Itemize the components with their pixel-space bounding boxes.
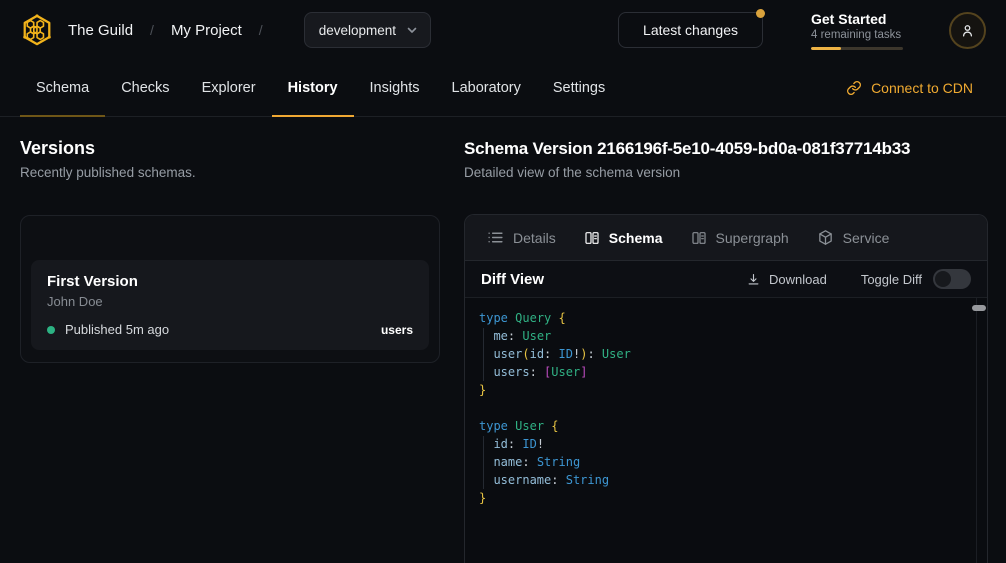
get-started-progressbar (811, 47, 903, 50)
scrollbar-thumb[interactable] (972, 305, 986, 311)
download-label: Download (769, 272, 827, 287)
get-started-subtitle: 4 remaining tasks (811, 29, 903, 41)
topbar: The Guild / My Project / development Lat… (0, 0, 1006, 60)
code-line: type Query { (479, 309, 973, 327)
code-line: username: String (479, 471, 973, 489)
code-line: me: User (479, 327, 973, 345)
versions-subtitle: Recently published schemas. (20, 164, 440, 181)
breadcrumb-separator: / (150, 22, 154, 38)
connect-to-cdn-button[interactable]: Connect to CDN (846, 60, 986, 116)
list-icon (487, 229, 504, 246)
latest-changes-label: Latest changes (643, 22, 738, 38)
nav-tab-schema[interactable]: Schema (20, 60, 105, 116)
schema-version-panel: Details Schema Supergraph Service Diff View… (464, 214, 988, 563)
scrollbar-track (976, 298, 977, 563)
nav-tab-insights[interactable]: Insights (354, 60, 436, 116)
detail-tab-label: Service (843, 230, 890, 246)
version-meta-row: Published 5m ago users (47, 322, 413, 337)
code-line: } (479, 381, 973, 399)
schema-code-view[interactable]: type Query { me: User user(id: ID!): Use… (465, 298, 987, 563)
detail-tab-label: Supergraph (716, 230, 789, 246)
nav-tabs: SchemaChecksExplorerHistoryInsightsLabor… (20, 60, 621, 116)
detail-tab-service[interactable]: Service (803, 215, 904, 260)
code-line: } (479, 489, 973, 507)
detail-tab-details[interactable]: Details (473, 215, 570, 260)
nav-tab-settings[interactable]: Settings (537, 60, 621, 116)
connect-to-cdn-label: Connect to CDN (871, 80, 973, 96)
detail-tab-schema[interactable]: Schema (570, 215, 677, 260)
code-lines: type Query { me: User user(id: ID!): Use… (479, 309, 973, 507)
version-author: John Doe (47, 294, 413, 309)
nav-tab-explorer[interactable]: Explorer (186, 60, 272, 116)
version-status: Published 5m ago (65, 322, 169, 337)
chevron-down-icon (406, 24, 418, 36)
environment-select[interactable]: development (304, 12, 431, 48)
version-service-badge: users (381, 323, 413, 337)
user-avatar[interactable] (949, 12, 986, 49)
nav-tab-history[interactable]: History (272, 60, 354, 116)
published-status-icon (47, 326, 55, 334)
toggle-diff-switch[interactable] (933, 269, 971, 289)
code-line (479, 399, 973, 417)
version-name: First Version (47, 273, 413, 290)
notification-dot (756, 9, 765, 18)
versions-title: Versions (20, 138, 440, 159)
breadcrumb-separator: / (259, 22, 263, 38)
code-line: name: String (479, 453, 973, 471)
version-detail-tabs: Details Schema Supergraph Service (465, 215, 987, 261)
schema-version-title: Schema Version 2166196f-5e10-4059-bd0a-0… (464, 138, 988, 159)
columns-icon (691, 230, 707, 246)
code-line: type User { (479, 417, 973, 435)
version-list-item[interactable]: First Version John Doe Published 5m ago … (31, 260, 429, 350)
indent-guide (483, 436, 484, 489)
schema-version-section: Schema Version 2166196f-5e10-4059-bd0a-0… (464, 138, 988, 563)
toggle-diff-label: Toggle Diff (861, 272, 922, 287)
diff-view-title: Diff View (481, 271, 544, 288)
environment-select-value: development (319, 23, 396, 38)
breadcrumb-org[interactable]: The Guild (68, 22, 133, 39)
latest-changes-button[interactable]: Latest changes (618, 12, 763, 48)
versions-list-card: First Version John Doe Published 5m ago … (20, 215, 440, 363)
detail-tab-supergraph[interactable]: Supergraph (677, 215, 803, 260)
code-line: user(id: ID!): User (479, 345, 973, 363)
breadcrumb-project[interactable]: My Project (171, 22, 242, 39)
main-nav: SchemaChecksExplorerHistoryInsightsLabor… (0, 60, 1006, 117)
link-icon (846, 80, 862, 96)
indent-guide (483, 328, 484, 381)
columns-icon (584, 230, 600, 246)
detail-tab-label: Schema (609, 230, 663, 246)
nav-tab-checks[interactable]: Checks (105, 60, 185, 116)
cube-icon (817, 229, 834, 246)
hive-logo-icon[interactable] (20, 13, 54, 47)
schema-version-subtitle: Detailed view of the schema version (464, 164, 988, 181)
code-line: users: [User] (479, 363, 973, 381)
get-started-progress-fill (811, 47, 841, 50)
diff-toolbar: Diff View Download Toggle Diff (465, 261, 987, 298)
toggle-diff-knob (935, 271, 951, 287)
download-button[interactable]: Download (746, 272, 827, 287)
person-icon (959, 22, 976, 39)
detail-tab-label: Details (513, 230, 556, 246)
download-icon (746, 272, 761, 287)
nav-tab-laboratory[interactable]: Laboratory (436, 60, 537, 116)
code-line: id: ID! (479, 435, 973, 453)
versions-section: Versions Recently published schemas. Fir… (20, 138, 440, 363)
get-started-widget[interactable]: Get Started 4 remaining tasks (811, 11, 903, 50)
get-started-title: Get Started (811, 11, 903, 27)
